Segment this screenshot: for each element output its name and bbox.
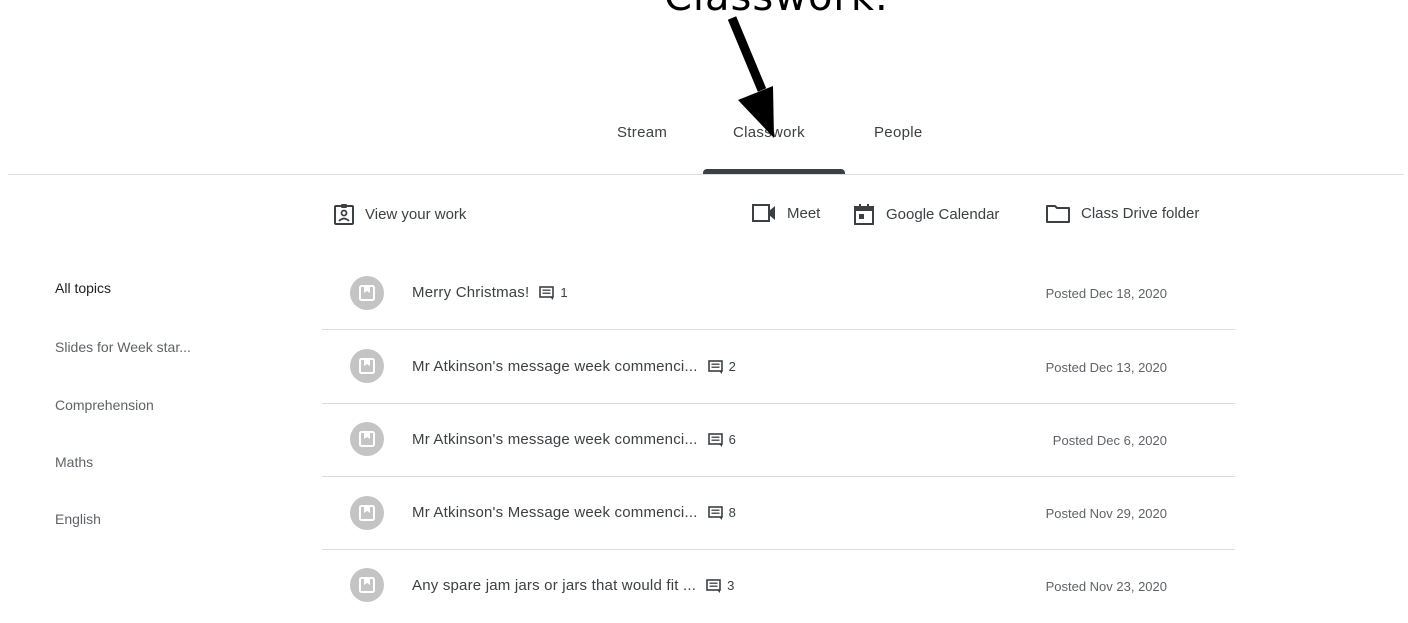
list-item[interactable]: Mr Atkinson's message week commenci... 6… <box>322 404 1235 477</box>
meet-label: Meet <box>787 204 821 222</box>
post-title: Mr Atkinson's message week commenci... <box>412 358 698 375</box>
post-title: Mr Atkinson's Message week commenci... <box>412 504 698 521</box>
list-item[interactable]: Mr Atkinson's Message week commenci... 8… <box>322 477 1235 550</box>
tab-stream[interactable]: Stream <box>617 124 667 141</box>
topic-english[interactable]: English <box>55 511 101 527</box>
topic-slides[interactable]: Slides for Week star... <box>55 339 191 355</box>
video-camera-icon <box>752 204 775 222</box>
post-date: Posted Dec 13, 2020 <box>1045 360 1167 375</box>
google-calendar-label: Google Calendar <box>886 205 1000 223</box>
comment-icon <box>539 285 555 300</box>
view-your-work-label: View your work <box>365 205 467 223</box>
post-date: Posted Nov 29, 2020 <box>1045 506 1167 521</box>
tab-people[interactable]: People <box>874 124 923 141</box>
comment-count: 6 <box>728 432 736 447</box>
post-title: Any spare jam jars or jars that would fi… <box>412 577 697 594</box>
topic-all-topics[interactable]: All topics <box>55 280 111 296</box>
assignment-ind-icon <box>334 204 354 225</box>
post-date: Posted Dec 18, 2020 <box>1045 286 1167 301</box>
material-icon <box>350 276 384 310</box>
material-icon <box>350 568 384 602</box>
tab-classwork[interactable]: Classwork <box>733 124 805 141</box>
view-your-work-button[interactable]: View your work <box>333 202 466 226</box>
comment-icon <box>707 432 723 447</box>
comment-icon <box>707 359 723 374</box>
comment-icon <box>707 505 723 520</box>
class-drive-folder-label: Class Drive folder <box>1081 204 1200 222</box>
post-title: Mr Atkinson's message week commenci... <box>412 431 698 448</box>
comment-count: 3 <box>727 578 735 593</box>
topic-maths[interactable]: Maths <box>55 454 93 470</box>
material-icon <box>350 349 384 383</box>
header-divider <box>8 174 1404 175</box>
calendar-icon <box>854 204 874 225</box>
annotation-label: Classwork. <box>664 0 889 20</box>
topic-comprehension[interactable]: Comprehension <box>55 397 154 413</box>
material-icon <box>350 496 384 530</box>
list-item[interactable]: Any spare jam jars or jars that would fi… <box>322 550 1235 623</box>
post-date: Posted Dec 6, 2020 <box>1052 433 1167 448</box>
comment-count: 2 <box>728 359 736 374</box>
material-icon <box>350 422 384 456</box>
comment-count: 8 <box>728 505 736 520</box>
post-title: Merry Christmas! <box>412 284 530 301</box>
class-drive-folder-button[interactable]: Class Drive folder <box>1045 202 1199 224</box>
comment-icon <box>706 578 721 593</box>
post-date: Posted Nov 23, 2020 <box>1045 579 1167 594</box>
google-calendar-button[interactable]: Google Calendar <box>852 202 999 226</box>
folder-icon <box>1046 205 1070 223</box>
list-item[interactable]: Mr Atkinson's message week commenci... 2… <box>322 330 1235 403</box>
comment-count: 1 <box>560 285 568 300</box>
meet-button[interactable]: Meet <box>751 202 820 224</box>
list-item[interactable]: Merry Christmas! 1 Posted Dec 18, 2020 <box>322 257 1235 330</box>
